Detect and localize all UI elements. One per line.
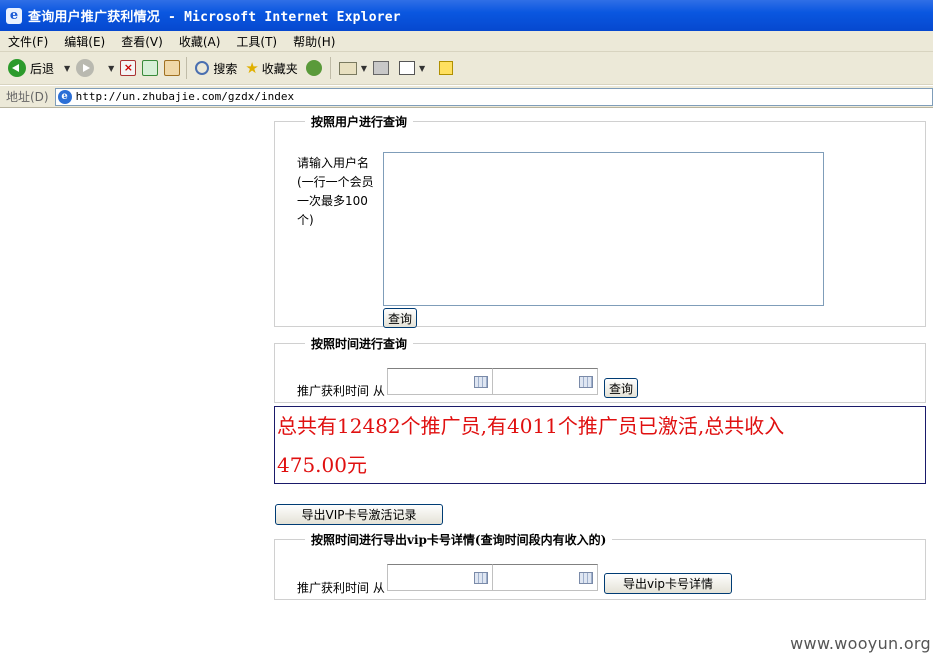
print-icon[interactable] bbox=[372, 61, 389, 75]
toolbar-separator bbox=[186, 57, 188, 79]
forward-dropdown-icon[interactable]: ▼ bbox=[108, 64, 114, 73]
watermark: www.wooyun.org bbox=[790, 634, 931, 653]
browser-toolbar: 后退 ▼ ▼ × 搜索 ★ 收藏夹 ▼ ▼ bbox=[0, 52, 933, 85]
search-label: 搜索 bbox=[213, 61, 238, 76]
query-by-user-legend: 按照用户进行查询 bbox=[311, 115, 408, 129]
query-by-time-button[interactable]: 查询 bbox=[604, 378, 639, 398]
menu-tools[interactable]: 工具(T) bbox=[236, 33, 277, 50]
search-icon bbox=[195, 61, 210, 75]
window-titlebar: e 查询用户推广获利情况 - Microsoft Internet Explor… bbox=[0, 0, 933, 31]
username-instruction: 请输入用户名 (一行一个会员 一次最多100 个) bbox=[297, 154, 377, 230]
menu-favorites[interactable]: 收藏(A) bbox=[179, 33, 221, 50]
address-url: http://un.zhubajie.com/gzdx/index bbox=[75, 90, 295, 103]
username-instruction-line: 一次最多100 bbox=[297, 194, 368, 208]
summary-box: 总共有12482个推广员,有4011个推广员已激活,总共收入 475.00元 bbox=[274, 406, 926, 484]
address-label: 地址(D) bbox=[6, 90, 49, 104]
window-title: 查询用户推广获利情况 - Microsoft Internet Explorer bbox=[28, 10, 401, 25]
menu-help[interactable]: 帮助(H) bbox=[293, 33, 335, 50]
export-date-from-input[interactable] bbox=[387, 564, 493, 591]
back-label: 后退 bbox=[30, 61, 55, 76]
back-button[interactable]: 后退 bbox=[8, 59, 54, 77]
profit-time-label: 推广获利时间 从 bbox=[297, 384, 385, 398]
back-dropdown-icon[interactable]: ▼ bbox=[64, 64, 70, 73]
summary-line: 475.00元 bbox=[277, 453, 367, 477]
username-instruction-line: (一行一个会员 bbox=[297, 175, 374, 189]
refresh-icon[interactable] bbox=[142, 60, 159, 76]
query-by-user-section: 按照用户进行查询 请输入用户名 (一行一个会员 一次最多100 个) 查询 bbox=[274, 113, 926, 328]
export-by-time-legend: 按照时间进行导出vip卡号详情(查询时间段内有收入的) bbox=[311, 533, 607, 547]
calendar-icon[interactable] bbox=[474, 572, 488, 584]
date-from-input[interactable] bbox=[387, 368, 493, 395]
username-textarea[interactable] bbox=[383, 152, 824, 306]
address-bar: 地址(D) e http://un.zhubajie.com/gzdx/inde… bbox=[0, 86, 933, 108]
edit-icon[interactable] bbox=[398, 61, 415, 75]
stop-icon[interactable]: × bbox=[120, 60, 137, 76]
home-icon[interactable] bbox=[164, 60, 181, 76]
username-instruction-line: 个) bbox=[297, 213, 314, 227]
query-by-time-legend: 按照时间进行查询 bbox=[311, 337, 408, 351]
profit-time-label: 推广获利时间 从 bbox=[297, 581, 385, 595]
discuss-icon[interactable] bbox=[439, 61, 454, 75]
favorites-button[interactable]: ★ 收藏夹 bbox=[245, 59, 297, 77]
export-date-to-input[interactable] bbox=[492, 564, 598, 591]
favorites-label: 收藏夹 bbox=[261, 61, 298, 76]
toolbar-separator bbox=[329, 57, 331, 79]
forward-button[interactable] bbox=[76, 59, 98, 77]
summary-line: 总共有12482个推广员,有4011个推广员已激活,总共收入 bbox=[277, 414, 785, 438]
calendar-icon[interactable] bbox=[474, 376, 488, 388]
history-icon[interactable] bbox=[305, 60, 322, 76]
address-input[interactable]: e http://un.zhubajie.com/gzdx/index bbox=[54, 87, 933, 106]
back-arrow-icon bbox=[8, 59, 26, 77]
query-by-time-section: 按照时间进行查询 推广获利时间 从 查询 bbox=[274, 335, 926, 403]
page-content: 按照用户进行查询 请输入用户名 (一行一个会员 一次最多100 个) 查询 按照… bbox=[0, 109, 933, 653]
mail-dropdown-icon[interactable]: ▼ bbox=[361, 64, 367, 73]
mail-icon[interactable] bbox=[338, 61, 357, 75]
search-button[interactable]: 搜索 bbox=[195, 60, 237, 77]
star-icon: ★ bbox=[245, 59, 259, 77]
query-by-user-button[interactable]: 查询 bbox=[383, 308, 418, 328]
ie-page-icon: e bbox=[57, 89, 72, 104]
export-by-time-section: 按照时间进行导出vip卡号详情(查询时间段内有收入的) 推广获利时间 从 导出v… bbox=[274, 531, 926, 600]
date-to-input[interactable] bbox=[492, 368, 598, 395]
export-vip-activation-button[interactable]: 导出VIP卡号激活记录 bbox=[275, 504, 443, 525]
menu-edit[interactable]: 编辑(E) bbox=[64, 33, 105, 50]
ie-logo-icon: e bbox=[6, 7, 22, 24]
edit-dropdown-icon[interactable]: ▼ bbox=[419, 64, 425, 73]
export-vip-detail-button[interactable]: 导出vip卡号详情 bbox=[604, 573, 732, 594]
forward-arrow-icon bbox=[76, 59, 95, 77]
calendar-icon[interactable] bbox=[579, 572, 593, 584]
username-instruction-line: 请输入用户名 bbox=[297, 156, 370, 170]
menu-bar: 文件(F) 编辑(E) 查看(V) 收藏(A) 工具(T) 帮助(H) bbox=[0, 31, 933, 52]
menu-file[interactable]: 文件(F) bbox=[8, 33, 48, 50]
calendar-icon[interactable] bbox=[579, 376, 593, 388]
menu-view[interactable]: 查看(V) bbox=[121, 33, 163, 50]
